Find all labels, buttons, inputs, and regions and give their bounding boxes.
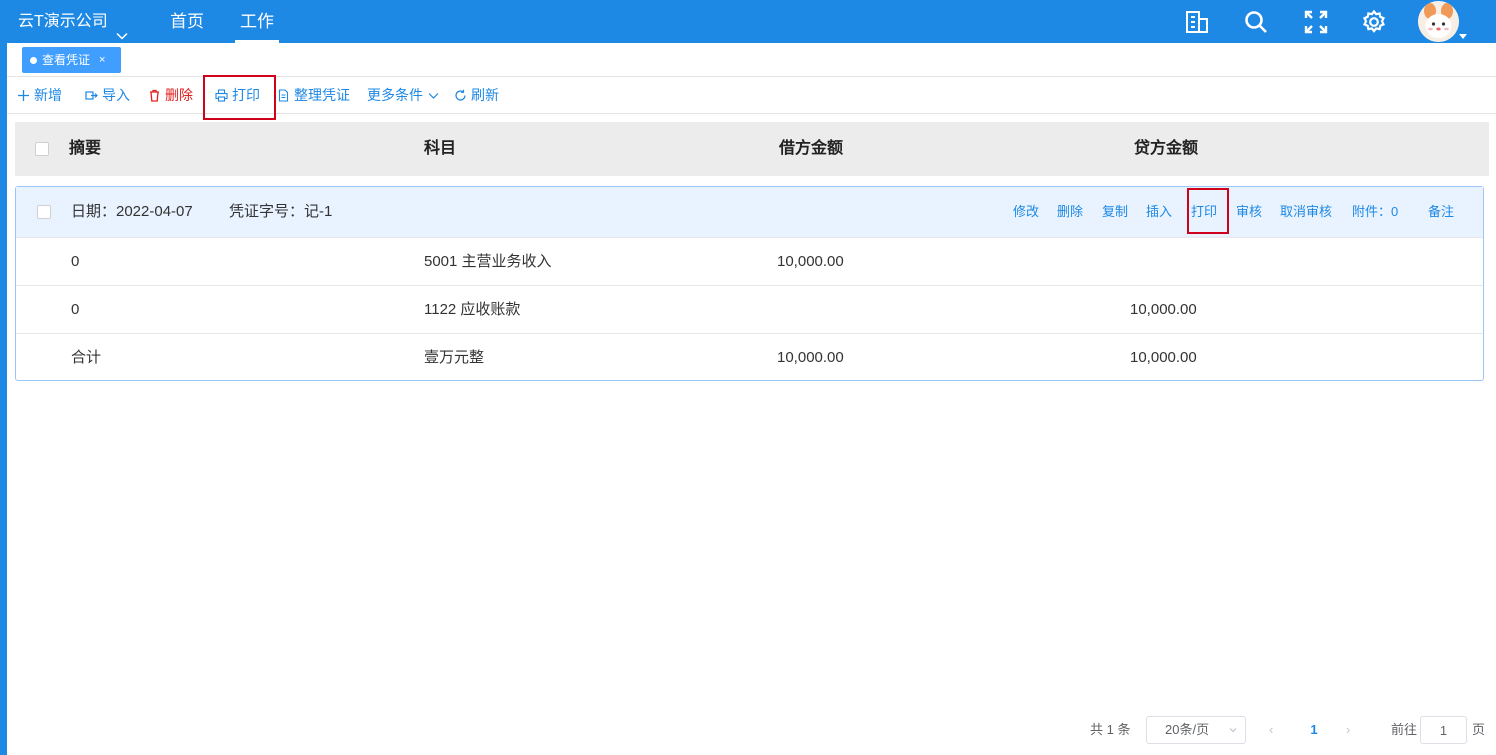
import-button[interactable]: 导入 bbox=[85, 77, 130, 114]
row-summary: 0 bbox=[71, 301, 80, 318]
voucher-insert-link[interactable]: 插入 bbox=[1146, 187, 1172, 237]
import-icon bbox=[85, 91, 98, 100]
header-debit: 借方金额 bbox=[779, 140, 844, 157]
refresh-button[interactable]: 刷新 bbox=[454, 77, 499, 114]
page-suffix-label: 页 bbox=[1472, 722, 1486, 737]
table-row[interactable]: 0 5001 主营业务收入 10,000.00 bbox=[16, 237, 1483, 285]
print-button[interactable]: 打印 bbox=[215, 77, 260, 114]
company-switcher[interactable]: 云T演示公司 bbox=[18, 0, 128, 43]
chevron-down-icon bbox=[1229, 728, 1237, 733]
header-credit: 贷方金额 bbox=[1134, 140, 1199, 157]
voucher-delete-link[interactable]: 删除 bbox=[1057, 187, 1083, 237]
prev-page-button[interactable]: ‹ bbox=[1269, 716, 1283, 744]
voucher-print-link[interactable]: 打印 bbox=[1191, 187, 1217, 237]
plus-icon bbox=[18, 90, 29, 101]
total-debit: 10,000.00 bbox=[777, 349, 844, 366]
active-tab-dot-icon bbox=[30, 56, 37, 64]
table-total-row: 合计 壹万元整 10,000.00 10,000.00 bbox=[16, 333, 1483, 381]
nav-work-label: 工作 bbox=[240, 12, 274, 31]
printer-icon bbox=[215, 89, 228, 102]
voucher-date: 日期：2022-04-07 bbox=[71, 203, 193, 220]
delete-button[interactable]: 删除 bbox=[148, 77, 193, 114]
print-button-label: 打印 bbox=[232, 87, 260, 103]
select-all-checkbox[interactable] bbox=[35, 142, 49, 156]
voucher-header: 日期：2022-04-07 凭证字号：记-1 修改 删除 复制 插入 打印 审核… bbox=[16, 187, 1483, 237]
voucher-number: 凭证字号：记-1 bbox=[229, 203, 333, 220]
user-avatar[interactable] bbox=[1418, 1, 1459, 42]
row-account: 1122 应收账款 bbox=[424, 301, 521, 318]
organize-voucher-button[interactable]: 整理凭证 bbox=[277, 77, 350, 114]
tab-strip: 查看凭证 × bbox=[7, 43, 1496, 77]
add-button-label: 新增 bbox=[34, 87, 62, 103]
page-size-select[interactable]: 20条/页 bbox=[1146, 716, 1246, 744]
voucher-attachments-link[interactable]: 附件：0 bbox=[1352, 187, 1398, 237]
total-label: 合计 bbox=[71, 349, 102, 366]
more-conditions-dropdown[interactable]: 更多条件 bbox=[367, 77, 440, 114]
fullscreen-icon[interactable] bbox=[1302, 8, 1330, 36]
avatar-dropdown-caret-icon[interactable] bbox=[1459, 34, 1467, 39]
goto-page-input[interactable] bbox=[1420, 716, 1467, 744]
total-credit: 10,000.00 bbox=[1130, 349, 1197, 366]
header-summary: 摘要 bbox=[69, 140, 102, 157]
page-number-current[interactable]: 1 bbox=[1306, 716, 1322, 744]
voucher-copy-link[interactable]: 复制 bbox=[1102, 187, 1128, 237]
pagination-total: 共 1 条 bbox=[1090, 722, 1131, 737]
building-icon[interactable] bbox=[1183, 8, 1211, 36]
left-accent-bar bbox=[0, 43, 7, 755]
voucher-card: 日期：2022-04-07 凭证字号：记-1 修改 删除 复制 插入 打印 审核… bbox=[15, 186, 1484, 381]
row-summary: 0 bbox=[71, 253, 80, 270]
tab-label: 查看凭证 bbox=[42, 53, 91, 67]
document-icon bbox=[278, 89, 289, 102]
goto-label: 前往 bbox=[1391, 722, 1418, 737]
tab-view-voucher[interactable]: 查看凭证 × bbox=[22, 47, 121, 73]
toolbar: 新增 导入 删除 打印 整理凭证 更多条件 刷新 bbox=[7, 77, 1496, 114]
row-credit: 10,000.00 bbox=[1130, 301, 1197, 318]
page-size-value: 20条/页 bbox=[1165, 722, 1210, 737]
more-conditions-label: 更多条件 bbox=[367, 87, 423, 103]
next-page-button[interactable]: › bbox=[1346, 716, 1360, 744]
voucher-audit-link[interactable]: 审核 bbox=[1236, 187, 1262, 237]
organize-voucher-label: 整理凭证 bbox=[294, 87, 350, 103]
trash-icon bbox=[150, 89, 159, 102]
row-account: 5001 主营业务收入 bbox=[424, 253, 552, 270]
company-name: 云T演示公司 bbox=[18, 13, 108, 30]
add-button[interactable]: 新增 bbox=[17, 77, 62, 114]
table-header: 摘要 科目 借方金额 贷方金额 bbox=[15, 122, 1489, 176]
settings-icon[interactable] bbox=[1360, 8, 1388, 36]
import-button-label: 导入 bbox=[102, 87, 130, 103]
row-debit: 10,000.00 bbox=[777, 253, 844, 270]
tab-close-icon[interactable]: × bbox=[99, 47, 105, 73]
table-row[interactable]: 0 1122 应收账款 10,000.00 bbox=[16, 285, 1483, 333]
voucher-cancel-audit-link[interactable]: 取消审核 bbox=[1280, 187, 1332, 237]
header-account: 科目 bbox=[424, 140, 457, 157]
voucher-remark-link[interactable]: 备注 bbox=[1428, 187, 1454, 237]
chevron-down-icon bbox=[116, 16, 128, 40]
delete-button-label: 删除 bbox=[165, 87, 193, 103]
search-icon[interactable] bbox=[1242, 8, 1270, 36]
chevron-down-icon bbox=[428, 93, 439, 99]
refresh-button-label: 刷新 bbox=[471, 87, 499, 103]
nav-work[interactable]: 工作 bbox=[235, 0, 279, 43]
total-amount-in-words: 壹万元整 bbox=[424, 349, 485, 366]
voucher-edit-link[interactable]: 修改 bbox=[1013, 187, 1039, 237]
nav-home[interactable]: 首页 bbox=[170, 0, 204, 43]
top-navbar: 云T演示公司 首页 工作 bbox=[0, 0, 1496, 43]
refresh-icon bbox=[455, 89, 466, 101]
voucher-select-checkbox[interactable] bbox=[37, 205, 51, 219]
